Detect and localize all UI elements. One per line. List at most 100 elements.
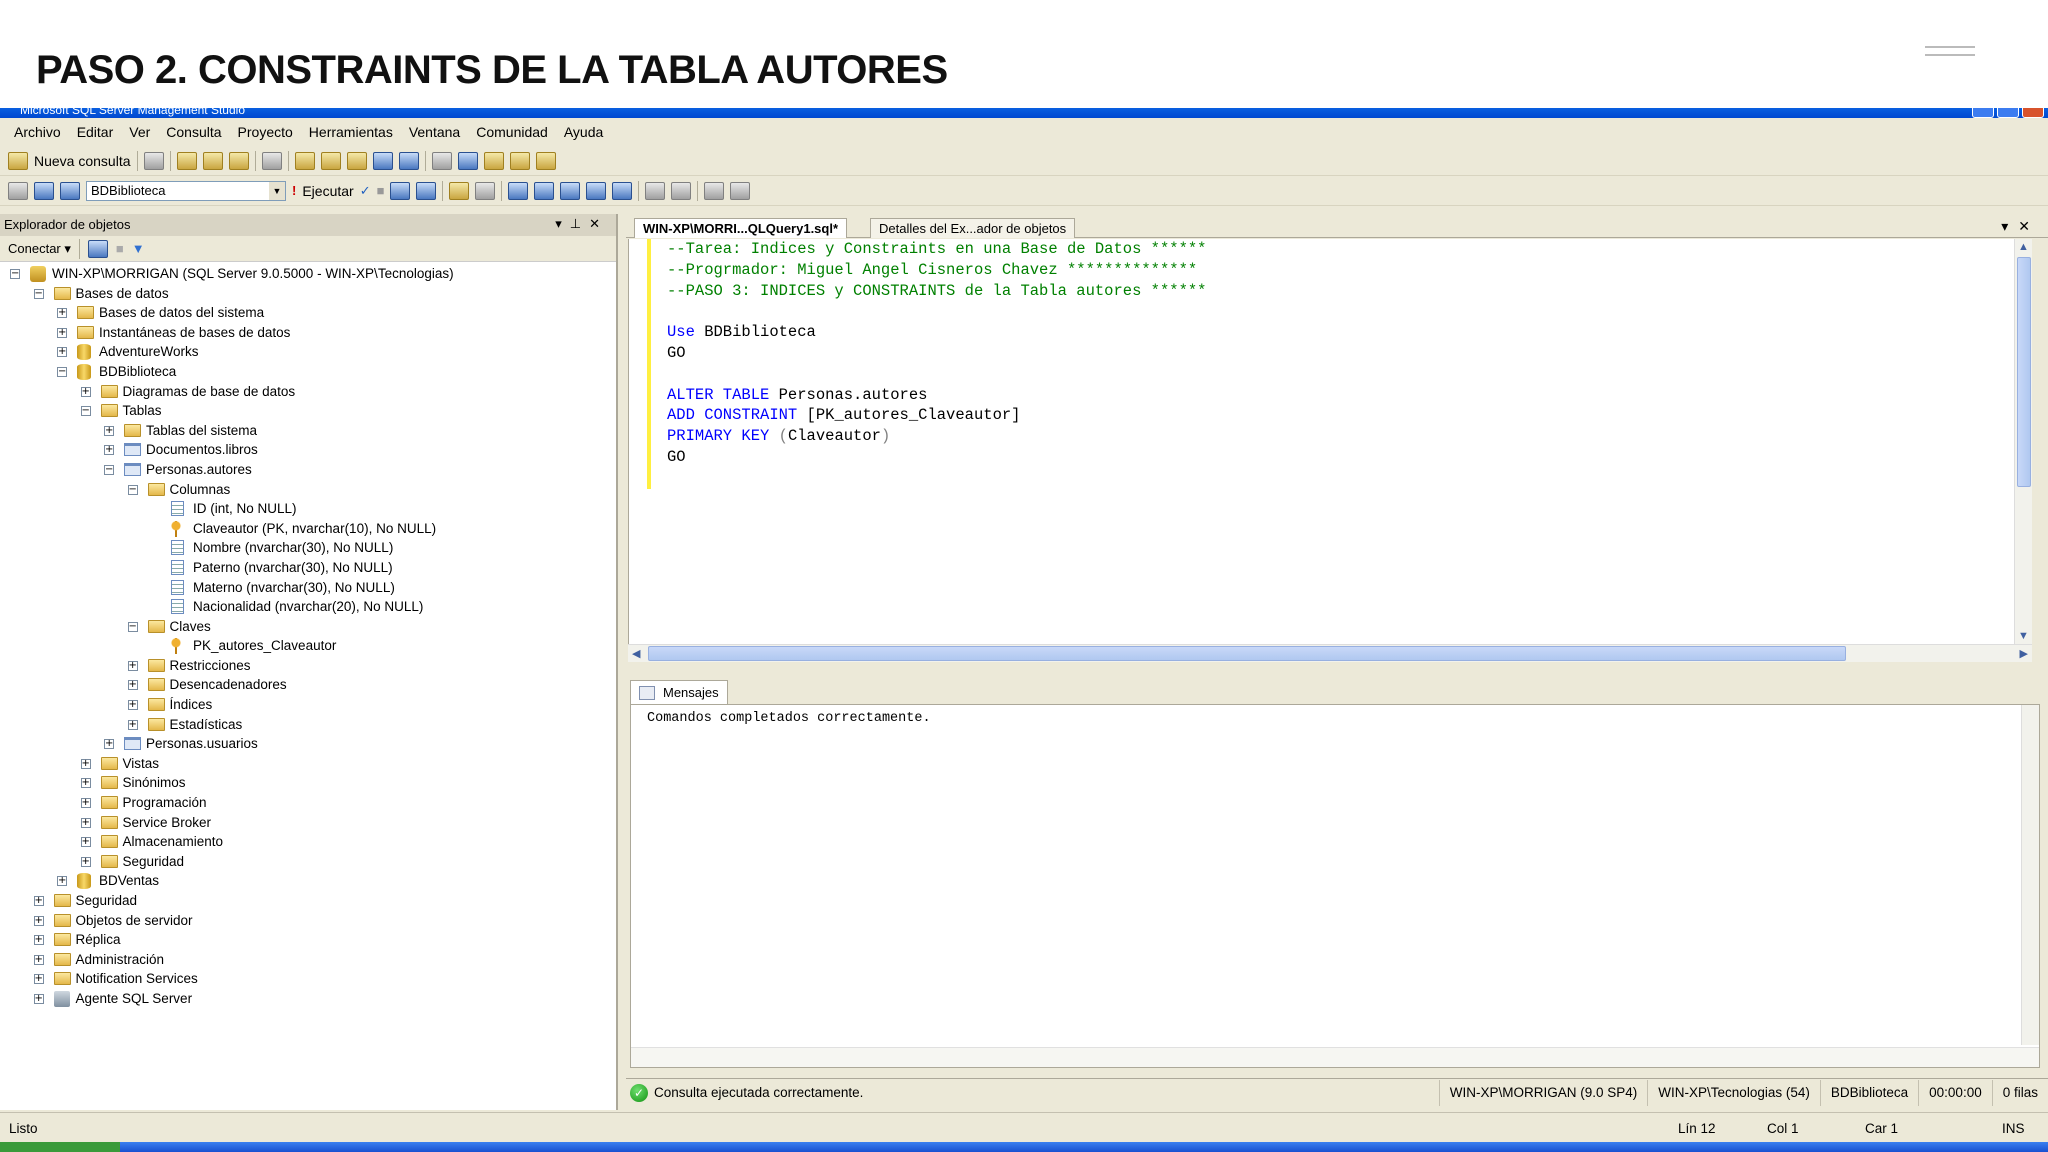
menu-ayuda[interactable]: Ayuda — [556, 124, 611, 140]
menu-consulta[interactable]: Consulta — [158, 124, 229, 140]
expand-icon[interactable]: + — [33, 915, 44, 926]
expand-icon[interactable]: + — [80, 856, 91, 867]
cancel-query-icon[interactable]: ■ — [377, 183, 385, 198]
tree-node[interactable]: + BDVentas — [0, 871, 616, 891]
menu-proyecto[interactable]: Proyecto — [230, 124, 301, 140]
collapse-icon[interactable]: − — [127, 484, 138, 495]
tree-node[interactable]: + Programación — [0, 793, 616, 813]
open-file-icon[interactable] — [294, 151, 315, 170]
close-tab-icon[interactable]: ✕ — [2018, 218, 2040, 234]
compact-edition-icon[interactable] — [261, 151, 282, 170]
tree-node[interactable]: Materno (nvarchar(30), No NULL) — [0, 578, 616, 598]
results-to-grid-icon[interactable] — [586, 181, 607, 200]
registered-servers-icon[interactable] — [431, 151, 452, 170]
expand-icon[interactable]: + — [80, 817, 91, 828]
tree-node[interactable]: ID (int, No NULL) — [0, 499, 616, 519]
expand-icon[interactable]: + — [33, 974, 44, 985]
execute-button[interactable]: Ejecutar — [302, 183, 353, 199]
dmx-query-icon[interactable] — [202, 151, 223, 170]
add-item-icon[interactable] — [320, 151, 341, 170]
object-explorer-icon[interactable] — [457, 151, 478, 170]
tab-object-explorer-details[interactable]: Detalles del Ex...ador de objetos — [870, 218, 1076, 238]
database-select[interactable]: BDBiblioteca ▼ — [86, 180, 286, 201]
expand-icon[interactable]: + — [80, 386, 91, 397]
tree-node[interactable]: + Agente SQL Server — [0, 989, 616, 1009]
tree-node[interactable]: + Índices — [0, 695, 616, 715]
connect-icon[interactable] — [8, 181, 28, 200]
save-icon[interactable] — [372, 151, 393, 170]
expand-icon[interactable]: + — [57, 308, 67, 319]
tree-node[interactable]: PK_autores_Claveautor — [0, 636, 616, 656]
expand-icon[interactable]: + — [127, 700, 138, 711]
properties-icon[interactable] — [509, 151, 530, 170]
collapse-icon[interactable]: − — [33, 288, 44, 299]
toolbox-icon[interactable] — [535, 151, 556, 170]
minimize-button[interactable] — [1972, 108, 1994, 118]
disconnect-icon[interactable] — [34, 181, 54, 200]
expand-icon[interactable]: + — [127, 660, 138, 671]
menu-archivo[interactable]: Archivo — [6, 124, 69, 140]
tree-node[interactable]: − BDBiblioteca — [0, 362, 616, 382]
tree-node[interactable]: − Personas.autores — [0, 460, 616, 480]
results-to-file-icon[interactable] — [612, 181, 633, 200]
expand-icon[interactable]: + — [80, 778, 91, 789]
collapse-icon[interactable]: − — [10, 269, 20, 279]
tree-node[interactable]: + Documentos.libros — [0, 440, 616, 460]
tree-node[interactable]: + Seguridad — [0, 891, 616, 911]
pin-icon[interactable]: ⊥ — [570, 216, 589, 231]
collapse-icon[interactable]: − — [104, 464, 114, 475]
query-designer-icon[interactable] — [416, 181, 437, 200]
tab-query1[interactable]: WIN-XP\MORRI...QLQuery1.sql* — [634, 218, 848, 238]
menu-ver[interactable]: Ver — [121, 124, 158, 140]
xmla-query-icon[interactable] — [228, 151, 249, 170]
new-file-icon[interactable] — [143, 151, 164, 170]
tree-node[interactable]: + Réplica — [0, 930, 616, 950]
tree-node[interactable]: − Tablas — [0, 401, 616, 421]
disconnect-icon[interactable] — [87, 239, 108, 258]
expand-icon[interactable]: + — [104, 739, 114, 750]
tree-node[interactable]: + Vistas — [0, 754, 616, 774]
chevron-down-icon[interactable]: ▼ — [269, 181, 285, 200]
start-button[interactable] — [0, 1142, 120, 1152]
hamburger-menu-icon[interactable] — [1925, 46, 1975, 62]
expand-icon[interactable]: + — [104, 445, 114, 456]
messages-vertical-scrollbar[interactable] — [2021, 705, 2039, 1045]
tree-node[interactable]: + Estadísticas — [0, 715, 616, 735]
specify-values-icon[interactable] — [449, 181, 470, 200]
collapse-icon[interactable]: − — [80, 406, 91, 417]
expand-icon[interactable]: + — [57, 347, 67, 358]
expand-icon[interactable]: + — [80, 837, 91, 848]
dropdown-icon[interactable]: ▾ — [555, 216, 570, 231]
tree-node[interactable]: + Service Broker — [0, 813, 616, 833]
tree-node[interactable]: + Almacenamiento — [0, 832, 616, 852]
tree-node[interactable]: − WIN-XP\MORRIGAN (SQL Server 9.0.5000 - … — [0, 264, 616, 284]
menu-herramientas[interactable]: Herramientas — [301, 124, 401, 140]
tree-node[interactable]: Nacionalidad (nvarchar(20), No NULL) — [0, 597, 616, 617]
new-query-button[interactable]: Nueva consulta — [34, 153, 131, 169]
tree-node[interactable]: + Personas.usuarios — [0, 734, 616, 754]
tree-node[interactable]: + Instantáneas de bases de datos — [0, 323, 616, 343]
save-all-icon[interactable] — [398, 151, 419, 170]
expand-icon[interactable]: + — [80, 758, 91, 769]
tree-node[interactable]: + Desencadenadores — [0, 675, 616, 695]
maximize-button[interactable] — [1997, 108, 2019, 118]
tree-node[interactable]: − Bases de datos — [0, 284, 616, 304]
mdx-query-icon[interactable] — [176, 151, 197, 170]
close-icon[interactable]: ✕ — [589, 216, 608, 231]
increase-indent-icon[interactable] — [730, 181, 751, 200]
tree-node[interactable]: + Notification Services — [0, 969, 616, 989]
menu-editar[interactable]: Editar — [69, 124, 122, 140]
filter-icon[interactable]: ▼ — [132, 241, 145, 256]
tab-list-icon[interactable]: ▾ — [2001, 218, 2018, 234]
menu-ventana[interactable]: Ventana — [401, 124, 468, 140]
tree-node[interactable]: Nombre (nvarchar(30), No NULL) — [0, 538, 616, 558]
connect-button[interactable]: Conectar ▾ — [8, 241, 71, 257]
expand-icon[interactable]: + — [127, 719, 138, 730]
change-connection-icon[interactable] — [60, 181, 80, 200]
tree-node[interactable]: + Bases de datos del sistema — [0, 303, 616, 323]
tree-node[interactable]: + Restricciones — [0, 656, 616, 676]
include-plan-icon[interactable] — [508, 181, 529, 200]
tree-node[interactable]: Paterno (nvarchar(30), No NULL) — [0, 558, 616, 578]
expand-icon[interactable]: + — [57, 876, 67, 887]
intellisense-icon[interactable] — [475, 181, 496, 200]
